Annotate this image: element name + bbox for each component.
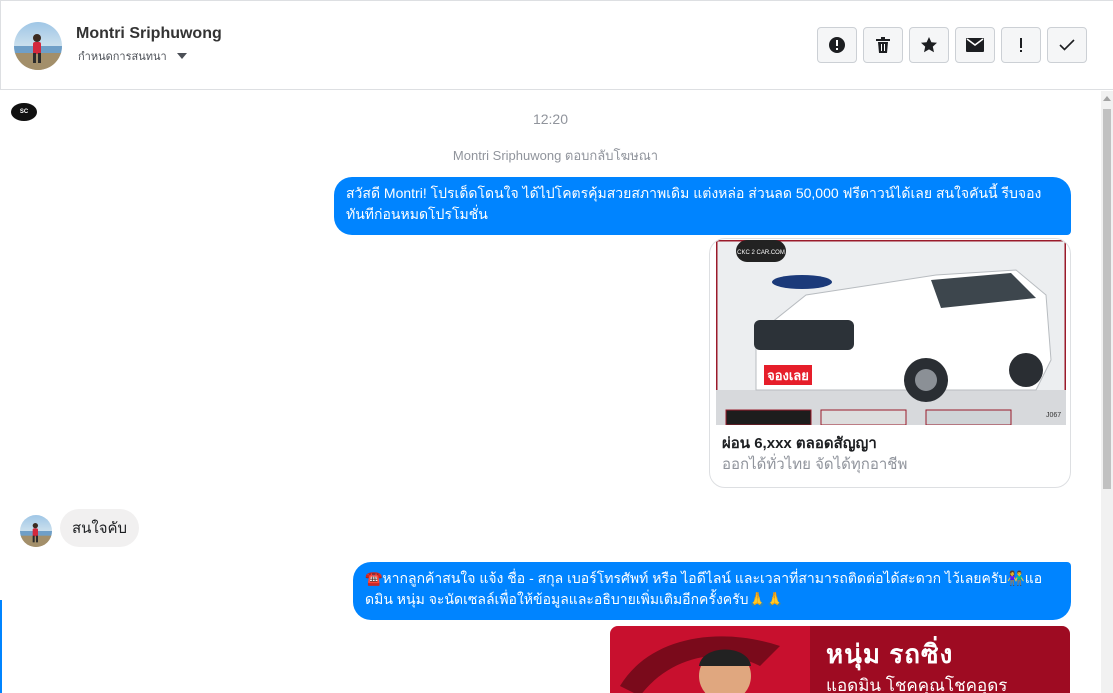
- scroll-up-arrow-icon[interactable]: [1103, 96, 1111, 101]
- assign-conversation-dropdown[interactable]: กำหนดการสนทนา: [78, 47, 187, 65]
- customer-avatar[interactable]: [20, 515, 52, 547]
- thread-scrollbar[interactable]: [1101, 91, 1113, 693]
- envelope-icon: [966, 38, 984, 52]
- conversation-header: Montri Sriphuwong กำหนดการสนทนา: [0, 0, 1113, 90]
- car-image: CKC 2 CAR.COM จองเลย J067: [716, 240, 1066, 425]
- trash-icon: [876, 37, 890, 53]
- delete-button[interactable]: [863, 27, 903, 63]
- promo-subtitle: แอดมิน โชคคุณโชคอุดร: [826, 676, 1008, 693]
- star-button[interactable]: [909, 27, 949, 63]
- promo-image[interactable]: หนุ่ม รถซิ่ง แอดมิน โชคคุณโชคอุดร: [610, 626, 1070, 693]
- divider: [0, 0, 1113, 1]
- assign-label: กำหนดการสนทนา: [78, 51, 167, 63]
- contact-avatar[interactable]: [14, 22, 62, 70]
- mark-important-button[interactable]: [1001, 27, 1041, 63]
- report-button[interactable]: [817, 27, 857, 63]
- avatar-photo: [14, 34, 62, 70]
- panel-edge: [0, 600, 2, 693]
- exclamation-icon: [1020, 38, 1022, 52]
- image-watermark: CKC 2 CAR.COM: [737, 250, 785, 256]
- header-actions: [817, 27, 1087, 63]
- scroll-thumb[interactable]: [1103, 109, 1111, 489]
- outgoing-message[interactable]: ☎️หากลูกค้าสนใจ แจ้ง ชื่อ - สกุล เบอร์โท…: [353, 562, 1071, 620]
- outgoing-message[interactable]: สวัสดี Montri! โปรเด็ดโดนใจ ได้ไปโคตรคุ้…: [334, 177, 1071, 235]
- timestamp: 12:20: [532, 111, 569, 127]
- mark-unread-button[interactable]: [955, 27, 995, 63]
- check-icon: [1059, 39, 1075, 51]
- promo-title: หนุ่ม รถซิ่ง: [826, 639, 954, 669]
- star-icon: [921, 37, 937, 53]
- alert-icon: [829, 37, 845, 53]
- ad-card-subtitle: ออกได้ทั่วไทย จัดได้ทุกอาชีพ: [722, 456, 908, 473]
- contact-name[interactable]: Montri Sriphuwong: [76, 25, 222, 43]
- image-code: J067: [1046, 412, 1061, 419]
- incoming-message[interactable]: สนใจคับ: [60, 509, 140, 547]
- ad-reply-note: Montri Sriphuwong ตอบกลับโฆษณา: [452, 148, 659, 163]
- image-badge: จองเลย: [767, 368, 809, 383]
- ad-card[interactable]: CKC 2 CAR.COM จองเลย J067 ผ่อน 6,xxx ตลอ…: [709, 238, 1071, 488]
- avatar-photo: [20, 523, 52, 547]
- divider: [0, 0, 1, 90]
- message-thread[interactable]: SC 12:20 Montri Sriphuwong ตอบกลับโฆษณา …: [0, 91, 1101, 693]
- caret-down-icon: [176, 53, 187, 59]
- mark-done-button[interactable]: [1047, 27, 1087, 63]
